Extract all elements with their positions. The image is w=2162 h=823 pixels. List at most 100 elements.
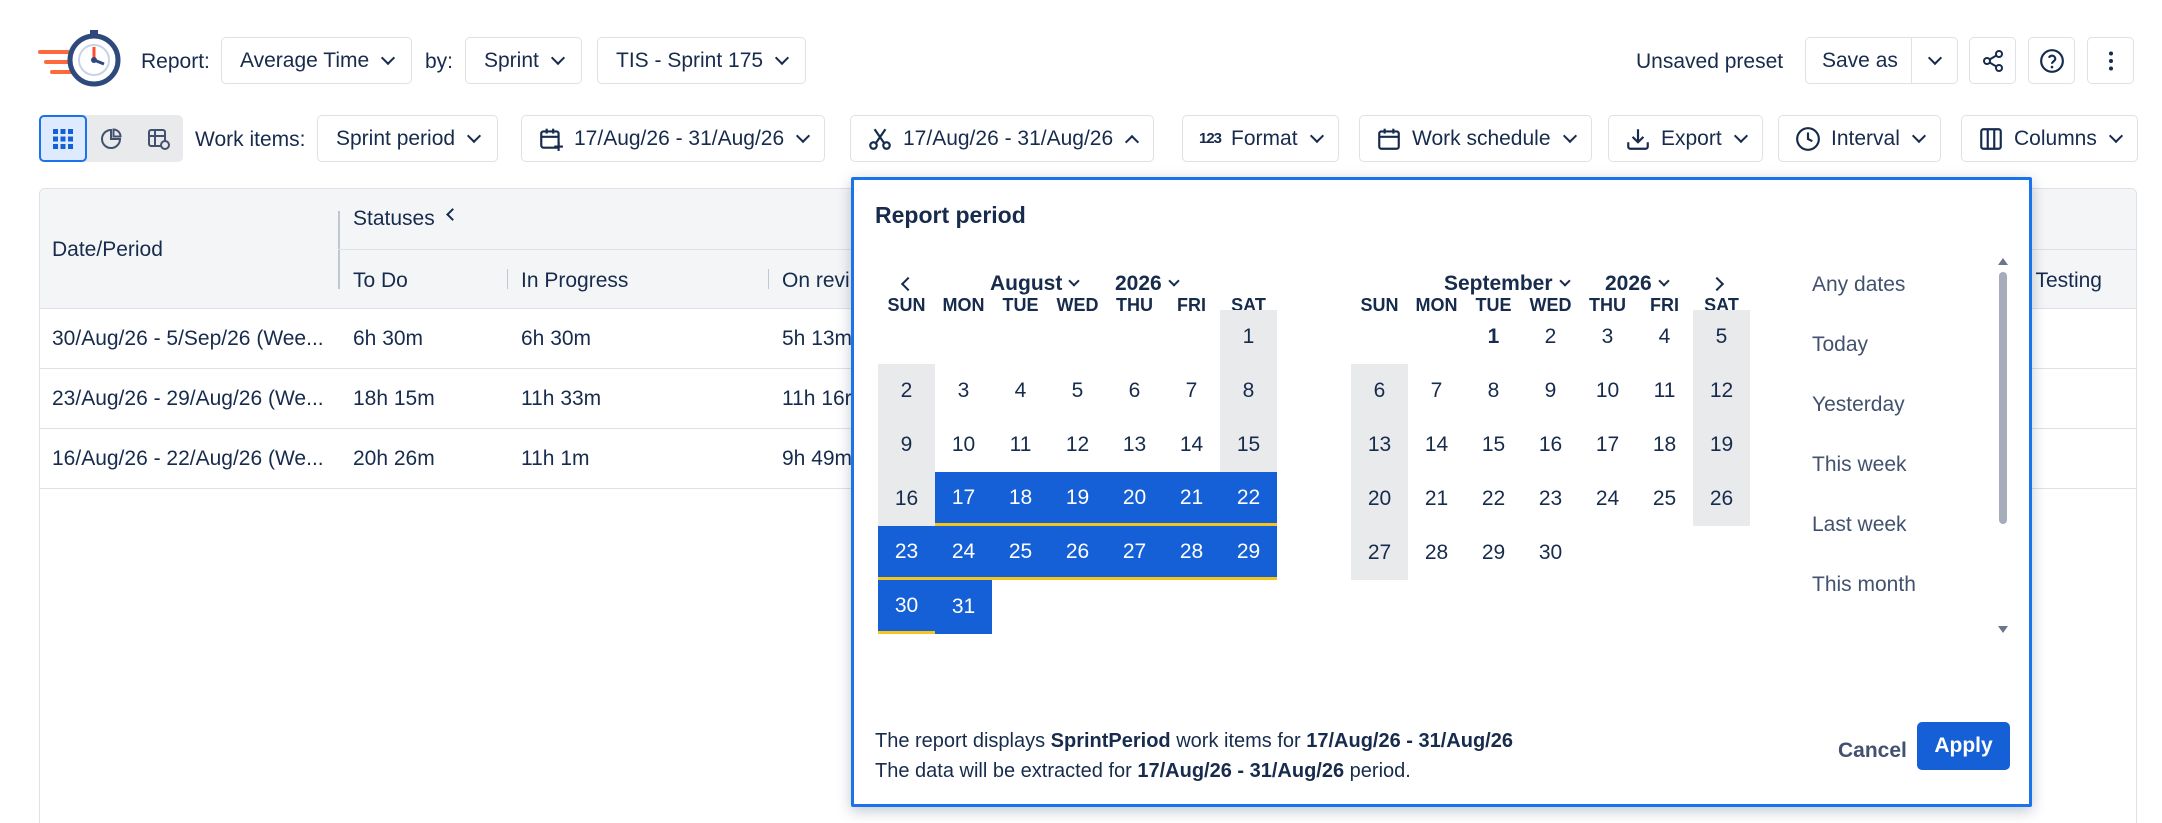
calendar-day[interactable]: 10 — [1579, 364, 1636, 418]
calendar-day[interactable]: 16 — [1522, 418, 1579, 472]
calendar-day[interactable]: 8 — [1465, 364, 1522, 418]
calendar-day[interactable]: 18 — [1636, 418, 1693, 472]
calendar-day[interactable]: 30 — [878, 580, 935, 634]
preset-yesterday[interactable]: Yesterday — [1812, 393, 1905, 417]
apply-button[interactable]: Apply — [1917, 722, 2010, 770]
calendar-day[interactable]: 9 — [878, 418, 935, 472]
preset-scrollbar[interactable] — [1998, 258, 2008, 634]
calendar-day[interactable]: 6 — [1106, 364, 1163, 418]
calendar-day[interactable]: 13 — [1351, 418, 1408, 472]
work-items-select[interactable]: Sprint period — [317, 115, 499, 162]
column-header-todo[interactable]: To Do — [353, 269, 408, 293]
report-type-select[interactable]: Average Time — [221, 37, 413, 84]
calendar-day[interactable]: 30 — [1522, 526, 1579, 580]
calendar-day[interactable]: 29 — [1465, 526, 1522, 580]
left-year-select[interactable]: 2026 — [1115, 272, 1180, 296]
date-period-header[interactable]: Date/Period — [52, 238, 163, 262]
column-header-testing[interactable]: r Testing — [2023, 269, 2102, 293]
calendar-day[interactable]: 29 — [1220, 526, 1277, 580]
calendar-day[interactable]: 1 — [1465, 310, 1522, 364]
preset-any-dates[interactable]: Any dates — [1812, 273, 1905, 297]
columns-select[interactable]: Columns — [1961, 115, 2138, 162]
pivot-view-button[interactable] — [135, 115, 183, 162]
calendar-day[interactable]: 17 — [1579, 418, 1636, 472]
more-button[interactable] — [2087, 37, 2134, 84]
calendar-day[interactable]: 23 — [1522, 472, 1579, 526]
help-button[interactable] — [2028, 37, 2075, 84]
interval-select[interactable]: Interval — [1778, 115, 1941, 162]
prev-month-button[interactable] — [896, 272, 920, 296]
calendar-day[interactable]: 25 — [1636, 472, 1693, 526]
calendar-day[interactable]: 2 — [878, 364, 935, 418]
calendar-day[interactable]: 4 — [992, 364, 1049, 418]
calendar-day[interactable]: 1 — [1220, 310, 1277, 364]
right-year-select[interactable]: 2026 — [1605, 272, 1670, 296]
preset-this-month[interactable]: This month — [1812, 573, 1916, 597]
calendar-day[interactable]: 4 — [1636, 310, 1693, 364]
scroll-up-arrow[interactable] — [1998, 258, 2008, 265]
calendar-day[interactable]: 26 — [1693, 472, 1750, 526]
preset-today[interactable]: Today — [1812, 333, 1868, 357]
preset-last-week[interactable]: Last week — [1812, 513, 1907, 537]
calendar-day[interactable]: 7 — [1163, 364, 1220, 418]
calendar-day[interactable]: 16 — [878, 472, 935, 526]
calendar-day[interactable]: 26 — [1049, 526, 1106, 580]
calendar-day[interactable]: 7 — [1408, 364, 1465, 418]
calendar-day[interactable]: 8 — [1220, 364, 1277, 418]
format-select[interactable]: 123 Format — [1182, 115, 1339, 162]
calendar-day[interactable]: 17 — [935, 472, 992, 526]
calendar-day[interactable]: 18 — [992, 472, 1049, 526]
report-period-select[interactable]: 17/Aug/26 - 31/Aug/26 — [850, 115, 1155, 162]
calendar-day[interactable]: 11 — [992, 418, 1049, 472]
calendar-day[interactable]: 2 — [1522, 310, 1579, 364]
statuses-group-header[interactable]: Statuses — [353, 207, 435, 231]
calendar-day[interactable]: 20 — [1351, 472, 1408, 526]
cancel-button[interactable]: Cancel — [1826, 727, 1919, 775]
sprint-select[interactable]: TIS - Sprint 175 — [597, 37, 807, 84]
column-header-on-review[interactable]: On revi — [782, 269, 850, 293]
group-by-select[interactable]: Sprint — [465, 37, 582, 84]
calendar-day[interactable]: 5 — [1049, 364, 1106, 418]
calendar-day[interactable]: 9 — [1522, 364, 1579, 418]
calendar-day[interactable]: 13 — [1106, 418, 1163, 472]
save-as-button[interactable]: Save as — [1805, 37, 1912, 84]
calendar-day[interactable]: 22 — [1465, 472, 1522, 526]
share-button[interactable] — [1969, 37, 2016, 84]
preset-this-week[interactable]: This week — [1812, 453, 1907, 477]
grid-view-button[interactable] — [39, 115, 87, 162]
calendar-day[interactable]: 15 — [1220, 418, 1277, 472]
left-month-select[interactable]: August — [990, 272, 1080, 296]
calendar-day[interactable]: 21 — [1163, 472, 1220, 526]
scrollbar-thumb[interactable] — [1999, 272, 2007, 524]
next-month-button[interactable] — [1705, 272, 1729, 296]
calendar-day[interactable]: 28 — [1408, 526, 1465, 580]
calendar-day[interactable]: 10 — [935, 418, 992, 472]
right-month-select[interactable]: September — [1444, 272, 1571, 296]
calendar-day[interactable]: 3 — [935, 364, 992, 418]
calendar-day[interactable]: 19 — [1049, 472, 1106, 526]
calendar-day[interactable]: 28 — [1163, 526, 1220, 580]
work-schedule-select[interactable]: Work schedule — [1359, 115, 1592, 162]
calendar-day[interactable]: 12 — [1693, 364, 1750, 418]
calendar-day[interactable]: 20 — [1106, 472, 1163, 526]
scroll-down-arrow[interactable] — [1998, 626, 2008, 633]
calendar-day[interactable]: 14 — [1408, 418, 1465, 472]
calendar-day[interactable]: 14 — [1163, 418, 1220, 472]
calendar-day[interactable]: 27 — [1351, 526, 1408, 580]
calendar-day[interactable]: 27 — [1106, 526, 1163, 580]
calendar-day[interactable]: 25 — [992, 526, 1049, 580]
calendar-day[interactable]: 31 — [935, 580, 992, 634]
calendar-day[interactable]: 21 — [1408, 472, 1465, 526]
calendar-day[interactable]: 24 — [1579, 472, 1636, 526]
calendar-day[interactable]: 19 — [1693, 418, 1750, 472]
calendar-day[interactable]: 24 — [935, 526, 992, 580]
collapse-group-icon[interactable] — [446, 208, 459, 221]
calendar-day[interactable]: 23 — [878, 526, 935, 580]
save-options-button[interactable] — [1911, 37, 1958, 84]
calendar-day[interactable]: 6 — [1351, 364, 1408, 418]
export-select[interactable]: Export — [1608, 115, 1763, 162]
date-range-select[interactable]: 17/Aug/26 - 31/Aug/26 — [521, 115, 826, 162]
chart-view-button[interactable] — [87, 115, 135, 162]
calendar-day[interactable]: 12 — [1049, 418, 1106, 472]
calendar-day[interactable]: 15 — [1465, 418, 1522, 472]
